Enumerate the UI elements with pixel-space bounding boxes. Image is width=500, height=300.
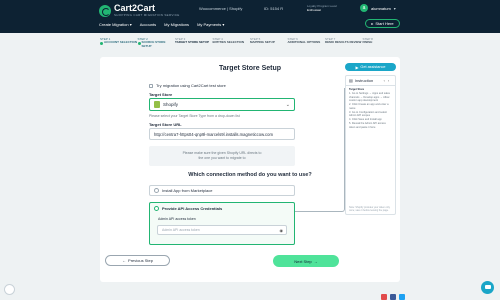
menu-create-migration[interactable]: Create Migration ▾: [99, 22, 132, 27]
chevron-down-icon: ▾: [393, 5, 396, 11]
token-placeholder: Admin API access token: [162, 228, 200, 232]
loyalty-value: Enthusiast: [307, 8, 322, 12]
facebook-icon[interactable]: [390, 294, 396, 300]
instruction-panel: ▤ Instruction ‹› Target Store 1. Go to S…: [345, 75, 396, 215]
step-label: MAPPING SETUP: [250, 40, 275, 45]
instruction-nav[interactable]: ‹›: [384, 79, 392, 83]
check-icon: [100, 41, 103, 45]
option-install-app[interactable]: Install App from Marketplace: [149, 185, 295, 196]
menu-my-migrations[interactable]: My Migrations: [164, 22, 189, 27]
instruction-line: 2. Click Create an app and enter a name: [349, 103, 389, 110]
step-target-store-setup[interactable]: STEP 3 TARGET STORE SETUP: [175, 37, 213, 53]
youtube-icon[interactable]: [381, 294, 387, 300]
start-here-button[interactable]: ▸ Start Here: [365, 19, 400, 28]
target-store-select[interactable]: Shopify ⌄: [149, 98, 295, 111]
step-account-selection[interactable]: STEP 1 ACCOUNT SELECTION: [100, 37, 138, 53]
top-header: Cart2Cart SHOPPING CART MIGRATION SERVIC…: [0, 0, 500, 33]
logo[interactable]: Cart2Cart SHOPPING CART MIGRATION SERVIC…: [99, 4, 180, 17]
step-label: ACCOUNT SELECTION: [104, 40, 137, 45]
api-credentials-radio[interactable]: [154, 206, 159, 211]
instruction-footer: Note: Shopify provides your token only o…: [349, 205, 390, 212]
video-icon: ▶: [355, 65, 359, 70]
chevron-down-icon: ⌄: [285, 102, 290, 108]
next-step-label: Next Step: [294, 258, 312, 264]
next-step-button[interactable]: Next Step →: [273, 255, 339, 267]
target-store-hint: Please select your Target Store Type fro…: [149, 114, 240, 118]
user-name: alumnatum: [371, 5, 391, 11]
try-test-store-label: Try migration using Cart2Cart test store: [156, 83, 226, 88]
eye-icon[interactable]: ◉: [280, 226, 284, 235]
menu-my-payments-label: My Payments: [197, 22, 222, 27]
try-test-store-checkbox[interactable]: [149, 83, 153, 88]
menu-create-migration-label: Create Migration: [99, 22, 129, 27]
avatar: a: [360, 4, 368, 12]
step-source-store-setup[interactable]: STEP 2 SOURCE STORE SETUP: [137, 37, 176, 53]
step-label: TARGET STORE SETUP: [175, 40, 210, 45]
menu-accounts[interactable]: Accounts: [140, 22, 156, 27]
step-label: DEMO RESULTS REVIEW: [325, 40, 362, 45]
main-menu: Create Migration ▾ Accounts My Migration…: [99, 22, 224, 27]
chat-icon[interactable]: [481, 281, 494, 294]
start-here-label: Start Here: [375, 21, 394, 26]
instruction-line: 1. Go to Settings → Apps and sales chann…: [349, 91, 390, 103]
logo-text: Cart2Cart: [114, 3, 156, 13]
target-store-label: Target Store: [149, 92, 173, 97]
install-app-label: Install App from Marketplace: [162, 188, 213, 193]
shopify-icon: [154, 101, 160, 108]
step-label: ADDITIONAL OPTIONS: [287, 40, 321, 45]
token-input[interactable]: Admin API access token ◉: [157, 225, 287, 235]
step-label: FINISH: [362, 40, 373, 45]
get-assistance-button[interactable]: ▶ Get assistance: [345, 63, 396, 71]
url-note: Please make sure the given Shopify URL d…: [149, 146, 295, 166]
step-label: SOURCE STORE SETUP: [141, 40, 166, 48]
instruction-header: ▤ Instruction ‹›: [346, 76, 395, 86]
get-assistance-label: Get assistance: [360, 65, 386, 69]
document-icon: ▤: [349, 78, 353, 83]
target-url-input[interactable]: http://centra7-https04-qnp9l-marcels9l.i…: [149, 128, 295, 140]
instruction-line: 5. Reveal the Admin API access token and…: [349, 122, 386, 129]
loyalty-status[interactable]: Loyalty Program Level Enthusiast: [307, 4, 337, 12]
logo-subtitle: SHOPPING CART MIGRATION SERVICE: [114, 13, 180, 17]
play-icon: ▸: [371, 21, 374, 26]
step-finish: STEP 8 FINISH: [362, 37, 401, 53]
api-credentials-label: Provide API Access Credentials: [162, 206, 223, 211]
instruction-connector: [295, 88, 345, 212]
instruction-line: 3. Go to Configuration and select Admin …: [349, 110, 387, 118]
instruction-title: Instruction: [354, 78, 374, 83]
step-progress: STEP 1 ACCOUNT SELECTION STEP 2 SOURCE S…: [100, 37, 401, 53]
menu-my-payments[interactable]: My Payments ▾: [197, 22, 224, 27]
arrow-left-icon: ←: [122, 258, 127, 263]
instruction-body: Target Store 1. Go to Settings → Apps an…: [346, 86, 395, 132]
target-url-label: Target Store URL: [149, 122, 182, 127]
previous-step-label: Previous Step: [128, 258, 153, 263]
target-store-value: Shopify: [163, 102, 179, 107]
help-icon[interactable]: [4, 284, 15, 295]
step-mapping-setup: STEP 5 MAPPING SETUP: [250, 37, 288, 53]
check-icon: [137, 41, 141, 45]
url-note-line-2: the one you want to migrate to: [198, 156, 246, 160]
logo-icon: [99, 4, 111, 17]
previous-step-button[interactable]: ← Previous Step: [105, 255, 170, 266]
step-demo-results-review: STEP 7 DEMO RESULTS REVIEW: [325, 37, 363, 53]
arrow-right-icon: →: [313, 258, 318, 264]
social-links: [381, 294, 405, 300]
migration-id: ID: 5154 R: [264, 6, 284, 11]
migration-title: Woocommerce | Shopify: [199, 6, 243, 11]
install-app-radio[interactable]: [154, 188, 159, 193]
token-label: Admin API access token: [158, 217, 196, 221]
step-entities-selection: STEP 4 ENTITIES SELECTION: [212, 37, 251, 53]
try-test-store-option[interactable]: Try migration using Cart2Cart test store: [149, 83, 226, 88]
option-api-credentials[interactable]: Provide API Access Credentials: [149, 202, 295, 245]
twitter-icon[interactable]: [399, 294, 405, 300]
user-menu[interactable]: a alumnatum ▾: [360, 4, 396, 12]
step-additional-options: STEP 6 ADDITIONAL OPTIONS: [287, 37, 326, 53]
step-label: ENTITIES SELECTION: [212, 40, 245, 45]
